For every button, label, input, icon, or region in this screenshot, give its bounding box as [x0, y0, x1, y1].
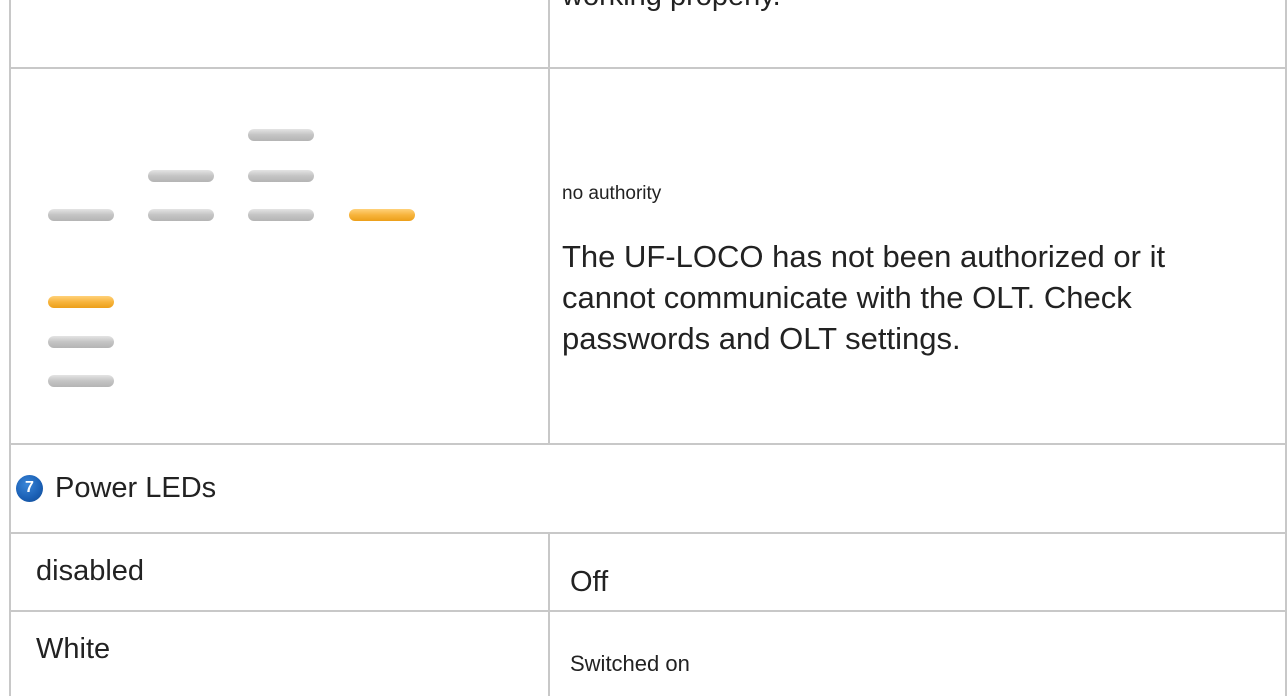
row-divider [11, 532, 1285, 534]
led-indicator-off [48, 336, 114, 348]
led-state-cell: White [36, 633, 111, 665]
led-indicator-off [148, 170, 214, 182]
column-divider [548, 534, 550, 696]
led-indicator-off [248, 209, 314, 221]
led-indicator-off [148, 209, 214, 221]
status-label: no authority [562, 183, 662, 204]
led-indicator-off [48, 209, 114, 221]
led-state-cell: disabled [36, 555, 145, 587]
led-indicator-off [48, 375, 114, 387]
led-meaning-cell: Off [570, 566, 609, 598]
led-indicator-off [248, 170, 314, 182]
section-header: 7 Power LEDs [16, 468, 216, 508]
led-indicator-off [248, 129, 314, 141]
led-indicator-lit [48, 296, 114, 308]
led-meaning-cell: Switched on [570, 651, 690, 676]
status-description: The UF-LOCO has not been authorized or i… [562, 239, 1166, 356]
led-indicator-lit [349, 209, 415, 221]
section-title: Power LEDs [55, 472, 217, 504]
row-divider [11, 443, 1285, 445]
column-divider [548, 0, 550, 443]
row-divider [11, 610, 1285, 612]
previous-row-description: working properly. [562, 0, 781, 14]
row-divider [11, 67, 1285, 69]
section-number-badge: 7 [16, 474, 43, 502]
